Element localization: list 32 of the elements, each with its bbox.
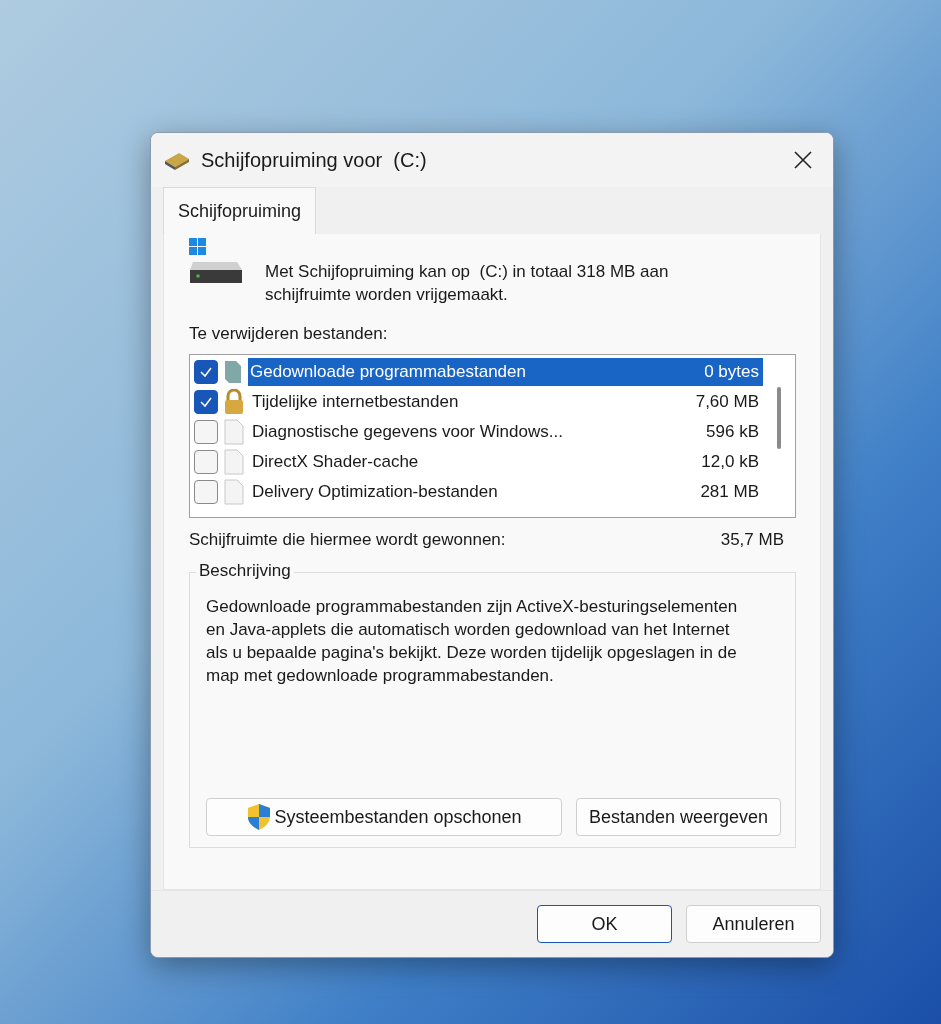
scrollbar-thumb[interactable]: [777, 387, 781, 449]
list-item[interactable]: Diagnostische gegevens voor Windows... 596 kB: [250, 418, 763, 446]
list-item[interactable]: Gedownloade programmabestanden 0 bytes: [248, 358, 763, 386]
drive-icon: [189, 238, 243, 284]
window-title: Schijfopruiming voor (C:): [201, 148, 428, 172]
checkbox[interactable]: [194, 450, 218, 474]
space-gained-label: Schijfruimte die hiermee wordt gewonnen:: [189, 530, 506, 550]
file-icon: [224, 419, 244, 445]
group-legend: Beschrijving: [196, 561, 294, 581]
file-icon: [224, 479, 244, 505]
list-label: Te verwijderen bestanden:: [189, 324, 389, 344]
space-gained-value: 35,7 MB: [720, 530, 784, 550]
dialog-button[interactable]: Annuleren: [686, 905, 821, 943]
tab[interactable]: Schijfopruiming: [163, 187, 317, 234]
folder-icon: [224, 360, 242, 384]
checkmark-icon: [199, 395, 213, 409]
list-item[interactable]: Tijdelijke internetbestanden 7,60 MB: [250, 388, 763, 416]
padlock-icon: [224, 389, 244, 415]
intro-text: Met Schijfopruiming kan op (C:) in totaal 318 MB aan schijfruimte worden vrijgemaakt.: [265, 261, 670, 306]
checkbox[interactable]: [194, 480, 218, 504]
file-icon: [224, 449, 244, 475]
dialog-button[interactable]: OK: [537, 905, 672, 943]
checkbox[interactable]: [194, 420, 218, 444]
list-item[interactable]: Delivery Optimization-bestanden 281 MB: [250, 478, 763, 506]
action-button[interactable]: Systeembestanden opschonen: [206, 798, 562, 836]
checkbox[interactable]: [194, 390, 218, 414]
action-button[interactable]: Bestanden weergeven: [576, 798, 781, 836]
close-icon: [793, 150, 813, 170]
list-item[interactable]: DirectX Shader-cache 12,0 kB: [250, 448, 763, 476]
checkmark-icon: [199, 365, 213, 379]
checkbox[interactable]: [194, 360, 218, 384]
description-text: Gedownloade programmabestanden zijn ActiveX-besturingselementen en Java-applets die automatisch worden gedownload van het Internet als u bepaalde pagina's bekijkt. Deze worden tijdelijk opgeslagen in de map met gedownloade programmabestanden.: [206, 596, 739, 687]
